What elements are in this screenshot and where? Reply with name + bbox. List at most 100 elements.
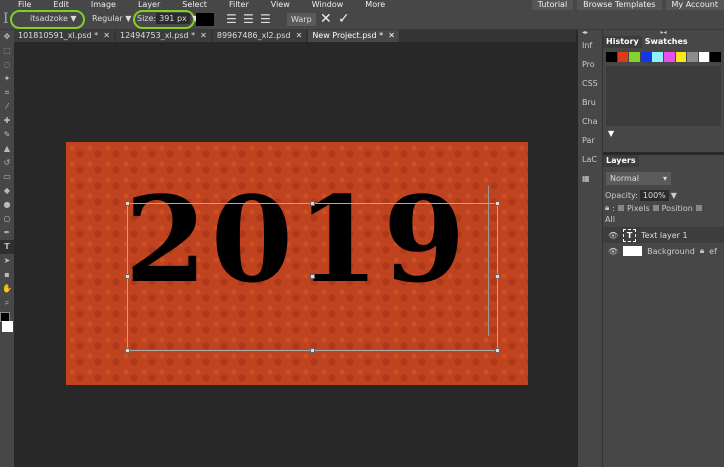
menu-edit[interactable]: Edit <box>53 0 69 10</box>
pen-tool-icon[interactable]: ✒ <box>0 226 14 240</box>
menu-bar: File Edit Image Layer Select Filter View… <box>0 0 724 10</box>
healing-tool-icon[interactable]: ✚ <box>0 114 14 128</box>
transform-handle[interactable] <box>310 274 315 279</box>
panel-info[interactable]: Inf <box>578 36 602 55</box>
eye-icon[interactable]: 👁︎ <box>608 247 618 256</box>
swatch[interactable] <box>675 52 687 62</box>
zoom-tool-icon[interactable]: ⌕ <box>0 296 14 310</box>
transform-handle[interactable] <box>495 274 500 279</box>
magic-wand-icon[interactable]: ✦ <box>0 72 14 86</box>
panel-css[interactable]: CSS <box>578 74 602 93</box>
eye-icon[interactable]: 👁︎ <box>608 231 618 240</box>
tutorial-button[interactable]: Tutorial <box>531 0 574 10</box>
transform-handle[interactable] <box>125 348 130 353</box>
history-brush-icon[interactable]: ↺ <box>0 156 14 170</box>
swatch[interactable] <box>687 52 698 62</box>
swatch[interactable] <box>640 52 652 62</box>
background-color[interactable] <box>2 321 13 332</box>
close-icon[interactable]: ✕ <box>200 31 207 40</box>
transform-handle[interactable] <box>310 348 315 353</box>
image-panel-icon[interactable]: ▦ <box>578 169 602 188</box>
swatch[interactable] <box>698 52 710 62</box>
menu-layer[interactable]: Layer <box>138 0 160 10</box>
swatch[interactable] <box>629 52 640 62</box>
transform-handle[interactable] <box>125 201 130 206</box>
close-icon[interactable]: ✕ <box>388 31 395 40</box>
fill-tool-icon[interactable]: ◆ <box>0 184 14 198</box>
font-family-select[interactable]: itsadzoke ▼ <box>30 14 77 23</box>
menu-window[interactable]: Window <box>312 0 344 10</box>
panel-character[interactable]: Cha <box>578 112 602 131</box>
font-size-field[interactable]: Size: 391 px ▼ <box>137 13 198 24</box>
blend-mode-select[interactable]: Normal ▾ <box>606 172 671 185</box>
opacity-input[interactable]: 100% <box>639 190 669 201</box>
stamp-tool-icon[interactable]: ▲ <box>0 142 14 156</box>
commit-icon[interactable]: ✓ <box>338 11 350 27</box>
font-style-select[interactable]: Regular ▼ <box>92 14 131 23</box>
menu-file[interactable]: File <box>18 0 31 10</box>
swatch[interactable] <box>617 52 629 62</box>
document-tabs: 101810591_xl.psd * ✕ 12494753_xl.psd * ✕… <box>14 30 576 42</box>
dodge-tool-icon[interactable]: ○ <box>0 212 14 226</box>
cancel-icon[interactable]: ✕ <box>320 11 332 27</box>
tab-document[interactable]: 89967486_xl2.psd ✕ <box>212 30 307 42</box>
marquee-tool-icon[interactable]: ⬚ <box>0 44 14 58</box>
swatch-menu-icon[interactable]: ▼ <box>603 126 724 141</box>
transform-handle[interactable] <box>310 201 315 206</box>
my-account-button[interactable]: My Account <box>665 0 724 10</box>
panel-brush[interactable]: Bru <box>578 93 602 112</box>
close-icon[interactable]: ✕ <box>296 31 303 40</box>
chevron-down-icon[interactable]: ▼ <box>671 191 677 200</box>
lock-pixels-label: Pixels <box>626 203 650 213</box>
menu-view[interactable]: View <box>271 0 290 10</box>
move-tool-icon[interactable]: ✥ <box>0 30 14 44</box>
checkbox[interactable] <box>652 205 659 211</box>
shape-tool-icon[interactable]: ▪ <box>0 268 14 282</box>
transform-box[interactable] <box>125 201 500 353</box>
text-color-swatch[interactable] <box>196 13 214 26</box>
swatch[interactable] <box>606 52 617 62</box>
eraser-tool-icon[interactable]: ▭ <box>0 170 14 184</box>
checkbox[interactable] <box>695 205 702 211</box>
tab-document[interactable]: 101810591_xl.psd * ✕ <box>14 30 114 42</box>
panel-lac[interactable]: LaC <box>578 150 602 169</box>
layer-row[interactable]: 👁︎ T Text layer 1 <box>603 227 724 243</box>
layer-row[interactable]: 👁︎ Background 🔒︎ ef <box>603 243 724 259</box>
panel-paragraph[interactable]: Par <box>578 131 602 150</box>
transform-handle[interactable] <box>495 201 500 206</box>
toolbar: ✥ ⬚ ◌ ✦ ⌗ ⁄ ✚ ✎ ▲ ↺ ▭ ◆ ● ○ ✒ T ➤ ▪ ✋ ⌕ <box>0 30 14 467</box>
swatch[interactable] <box>652 52 663 62</box>
path-select-icon[interactable]: ➤ <box>0 254 14 268</box>
panel-properties[interactable]: Pro <box>578 55 602 74</box>
close-icon[interactable]: ✕ <box>103 31 110 40</box>
swatch[interactable] <box>663 52 675 62</box>
lasso-tool-icon[interactable]: ◌ <box>0 58 14 72</box>
transform-handle[interactable] <box>125 274 130 279</box>
warp-button[interactable]: Warp <box>287 13 316 26</box>
tab-history[interactable]: History <box>603 36 642 48</box>
crop-tool-icon[interactable]: ⌗ <box>0 86 14 100</box>
browse-templates-button[interactable]: Browse Templates <box>577 0 662 10</box>
hand-tool-icon[interactable]: ✋ <box>0 282 14 296</box>
transform-handle[interactable] <box>495 348 500 353</box>
blur-tool-icon[interactable]: ● <box>0 198 14 212</box>
tab-document[interactable]: 12494753_xl.psd * ✕ <box>115 30 211 42</box>
align-left-icon[interactable]: ☰ <box>226 12 237 26</box>
menu-image[interactable]: Image <box>91 0 116 10</box>
type-tool-icon[interactable]: T <box>0 240 14 254</box>
menu-select[interactable]: Select <box>182 0 207 10</box>
eyedropper-icon[interactable]: ⁄ <box>0 100 14 114</box>
brush-tool-icon[interactable]: ✎ <box>0 128 14 142</box>
lock-all-label: All <box>605 215 615 224</box>
tab-layers[interactable]: Layers <box>603 155 639 167</box>
effects-label[interactable]: ef <box>709 247 717 256</box>
tab-document-active[interactable]: New Project.psd * ✕ <box>308 30 399 42</box>
align-center-icon[interactable]: ☰ <box>243 12 254 26</box>
menu-more[interactable]: More <box>365 0 385 10</box>
swatch[interactable] <box>710 52 721 62</box>
size-input[interactable]: 391 px <box>156 13 190 24</box>
menu-filter[interactable]: Filter <box>229 0 249 10</box>
align-right-icon[interactable]: ☰ <box>260 12 271 26</box>
tab-swatches[interactable]: Swatches <box>641 36 691 48</box>
checkbox[interactable] <box>617 205 624 211</box>
